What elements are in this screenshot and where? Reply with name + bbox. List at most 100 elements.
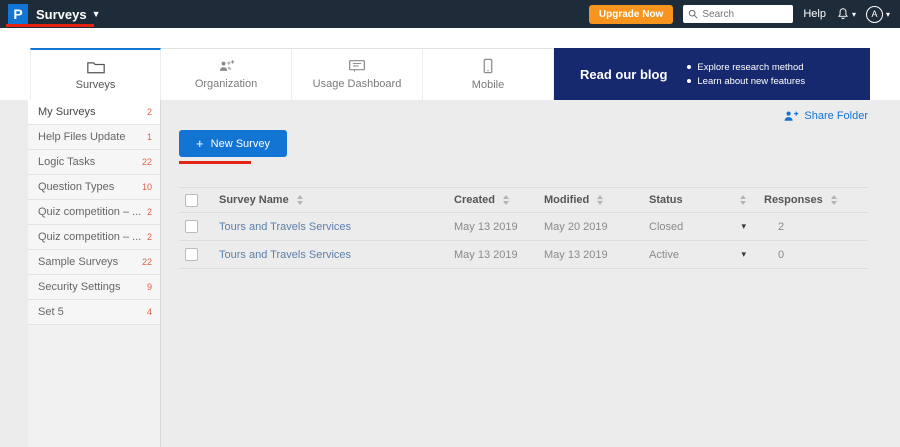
header-label: Status [649,194,683,206]
search-input[interactable] [702,9,788,20]
sidebar-item-count: 2 [147,107,152,117]
organization-people-icon [217,59,235,73]
sidebar-item-count: 9 [147,282,152,292]
sidebar-item-help-files-update[interactable]: Help Files Update 1 [28,125,160,150]
share-folder-label: Share Folder [804,110,868,122]
annotation-underline-new-survey [179,161,251,164]
created-date: May 13 2019 [454,249,544,261]
created-date: May 13 2019 [454,221,544,233]
dashboard-icon [348,59,366,73]
header-survey-name[interactable]: Survey Name [219,194,454,206]
sidebar-item-logic-tasks[interactable]: Logic Tasks 22 [28,150,160,175]
app-logo[interactable]: P [8,4,28,24]
upgrade-now-button[interactable]: Upgrade Now [589,5,673,24]
sidebar-item-label: Set 5 [38,306,64,318]
product-switcher[interactable]: P Surveys ▼ [4,0,105,28]
survey-name-link[interactable]: Tours and Travels Services [219,249,351,261]
sidebar-item-quiz-competition-2[interactable]: Quiz competition – ... 2 [28,225,160,250]
sidebar-item-count: 2 [147,232,152,242]
table-row: Tours and Travels Services May 13 2019 M… [179,213,868,241]
main-area: My Surveys 2 Help Files Update 1 Logic T… [0,100,900,447]
status-dropdown-caret[interactable]: ▾ [741,221,746,232]
sidebar-item-label: Security Settings [38,281,121,293]
plus-icon: + [196,136,204,151]
help-link[interactable]: Help [803,8,826,20]
new-survey-label: New Survey [211,138,270,150]
tab-label: Mobile [472,79,504,91]
avatar: A [866,6,883,23]
sidebar-item-count: 4 [147,307,152,317]
sort-icon[interactable] [297,195,303,205]
sidebar-item-label: My Surveys [38,106,95,118]
sidebar-item-count: 10 [142,182,152,192]
sort-icon[interactable] [831,195,837,205]
responses-count: 0 [764,249,844,261]
row-checkbox[interactable] [185,220,198,233]
topbar-actions: Upgrade Now Help ▾ A ▾ [589,5,890,24]
tab-mobile[interactable]: Mobile [423,48,554,100]
status-value: Closed [649,221,683,233]
account-menu[interactable]: A ▾ [866,6,890,23]
share-folder-link[interactable]: Share Folder [783,110,868,122]
search-box[interactable] [683,5,793,23]
new-survey-button[interactable]: + New Survey [179,130,287,157]
modified-date: May 13 2019 [544,249,649,261]
header-status[interactable]: Status [649,194,764,206]
sidebar-item-my-surveys[interactable]: My Surveys 2 [28,100,160,125]
table-row: Tours and Travels Services May 13 2019 M… [179,241,868,269]
header-responses[interactable]: Responses [764,194,844,206]
header-label: Survey Name [219,194,289,206]
modified-date: May 20 2019 [544,221,649,233]
sidebar-item-question-types[interactable]: Question Types 10 [28,175,160,200]
surveys-content: Share Folder + New Survey Survey Name Cr… [161,100,900,447]
responses-count: 2 [764,221,844,233]
sidebar-item-label: Sample Surveys [38,256,118,268]
status-value: Active [649,249,679,261]
chevron-down-icon: ▾ [886,10,890,19]
sidebar-item-count: 2 [147,207,152,217]
sidebar-item-label: Question Types [38,181,114,193]
sidebar-item-sample-surveys[interactable]: Sample Surveys 22 [28,250,160,275]
tab-organization[interactable]: Organization [161,48,292,100]
surveys-table: Survey Name Created Modified Status Resp… [179,187,868,269]
annotation-underline-logo [6,24,94,27]
header-label: Responses [764,194,823,206]
row-checkbox[interactable] [185,248,198,261]
tab-label: Surveys [76,79,116,91]
blog-bullet-text: Explore research method [697,62,803,73]
tab-label: Usage Dashboard [313,78,402,90]
table-header-row: Survey Name Created Modified Status Resp… [179,187,868,213]
sidebar-item-count: 22 [142,157,152,167]
sidebar-item-label: Help Files Update [38,131,125,143]
sidebar-item-set-5[interactable]: Set 5 4 [28,300,160,325]
sort-icon[interactable] [503,195,509,205]
blog-bullet: Explore research method [687,62,805,73]
section-tabs-header: Surveys Organization Usage Dashboard [0,28,900,100]
tab-surveys[interactable]: Surveys [30,48,161,100]
header-label: Modified [544,194,589,206]
tab-label: Organization [195,78,257,90]
sort-icon[interactable] [597,195,603,205]
sort-icon[interactable] [740,195,746,205]
survey-name-link[interactable]: Tours and Travels Services [219,221,351,233]
blog-promo-panel[interactable]: Read our blog Explore research method Le… [554,48,870,100]
sidebar-item-label: Quiz competition – ... [38,206,141,218]
chevron-down-icon[interactable]: ▼ [92,9,101,19]
header-modified[interactable]: Modified [544,194,649,206]
chevron-down-icon: ▾ [852,10,856,19]
app-title: Surveys [36,7,87,22]
sidebar-item-security-settings[interactable]: Security Settings 9 [28,275,160,300]
status-dropdown-caret[interactable]: ▾ [741,249,746,260]
folder-icon [87,60,105,74]
sidebar-item-label: Logic Tasks [38,156,95,168]
sidebar-item-count: 22 [142,257,152,267]
folders-sidebar: My Surveys 2 Help Files Update 1 Logic T… [28,100,161,447]
blog-bullet-list: Explore research method Learn about new … [687,59,805,90]
search-icon [688,9,698,19]
notification-bell-icon [836,7,850,21]
select-all-checkbox[interactable] [185,194,198,207]
header-created[interactable]: Created [454,194,544,206]
sidebar-item-quiz-competition-1[interactable]: Quiz competition – ... 2 [28,200,160,225]
notifications-button[interactable]: ▾ [836,7,856,21]
tab-usage-dashboard[interactable]: Usage Dashboard [292,48,423,100]
